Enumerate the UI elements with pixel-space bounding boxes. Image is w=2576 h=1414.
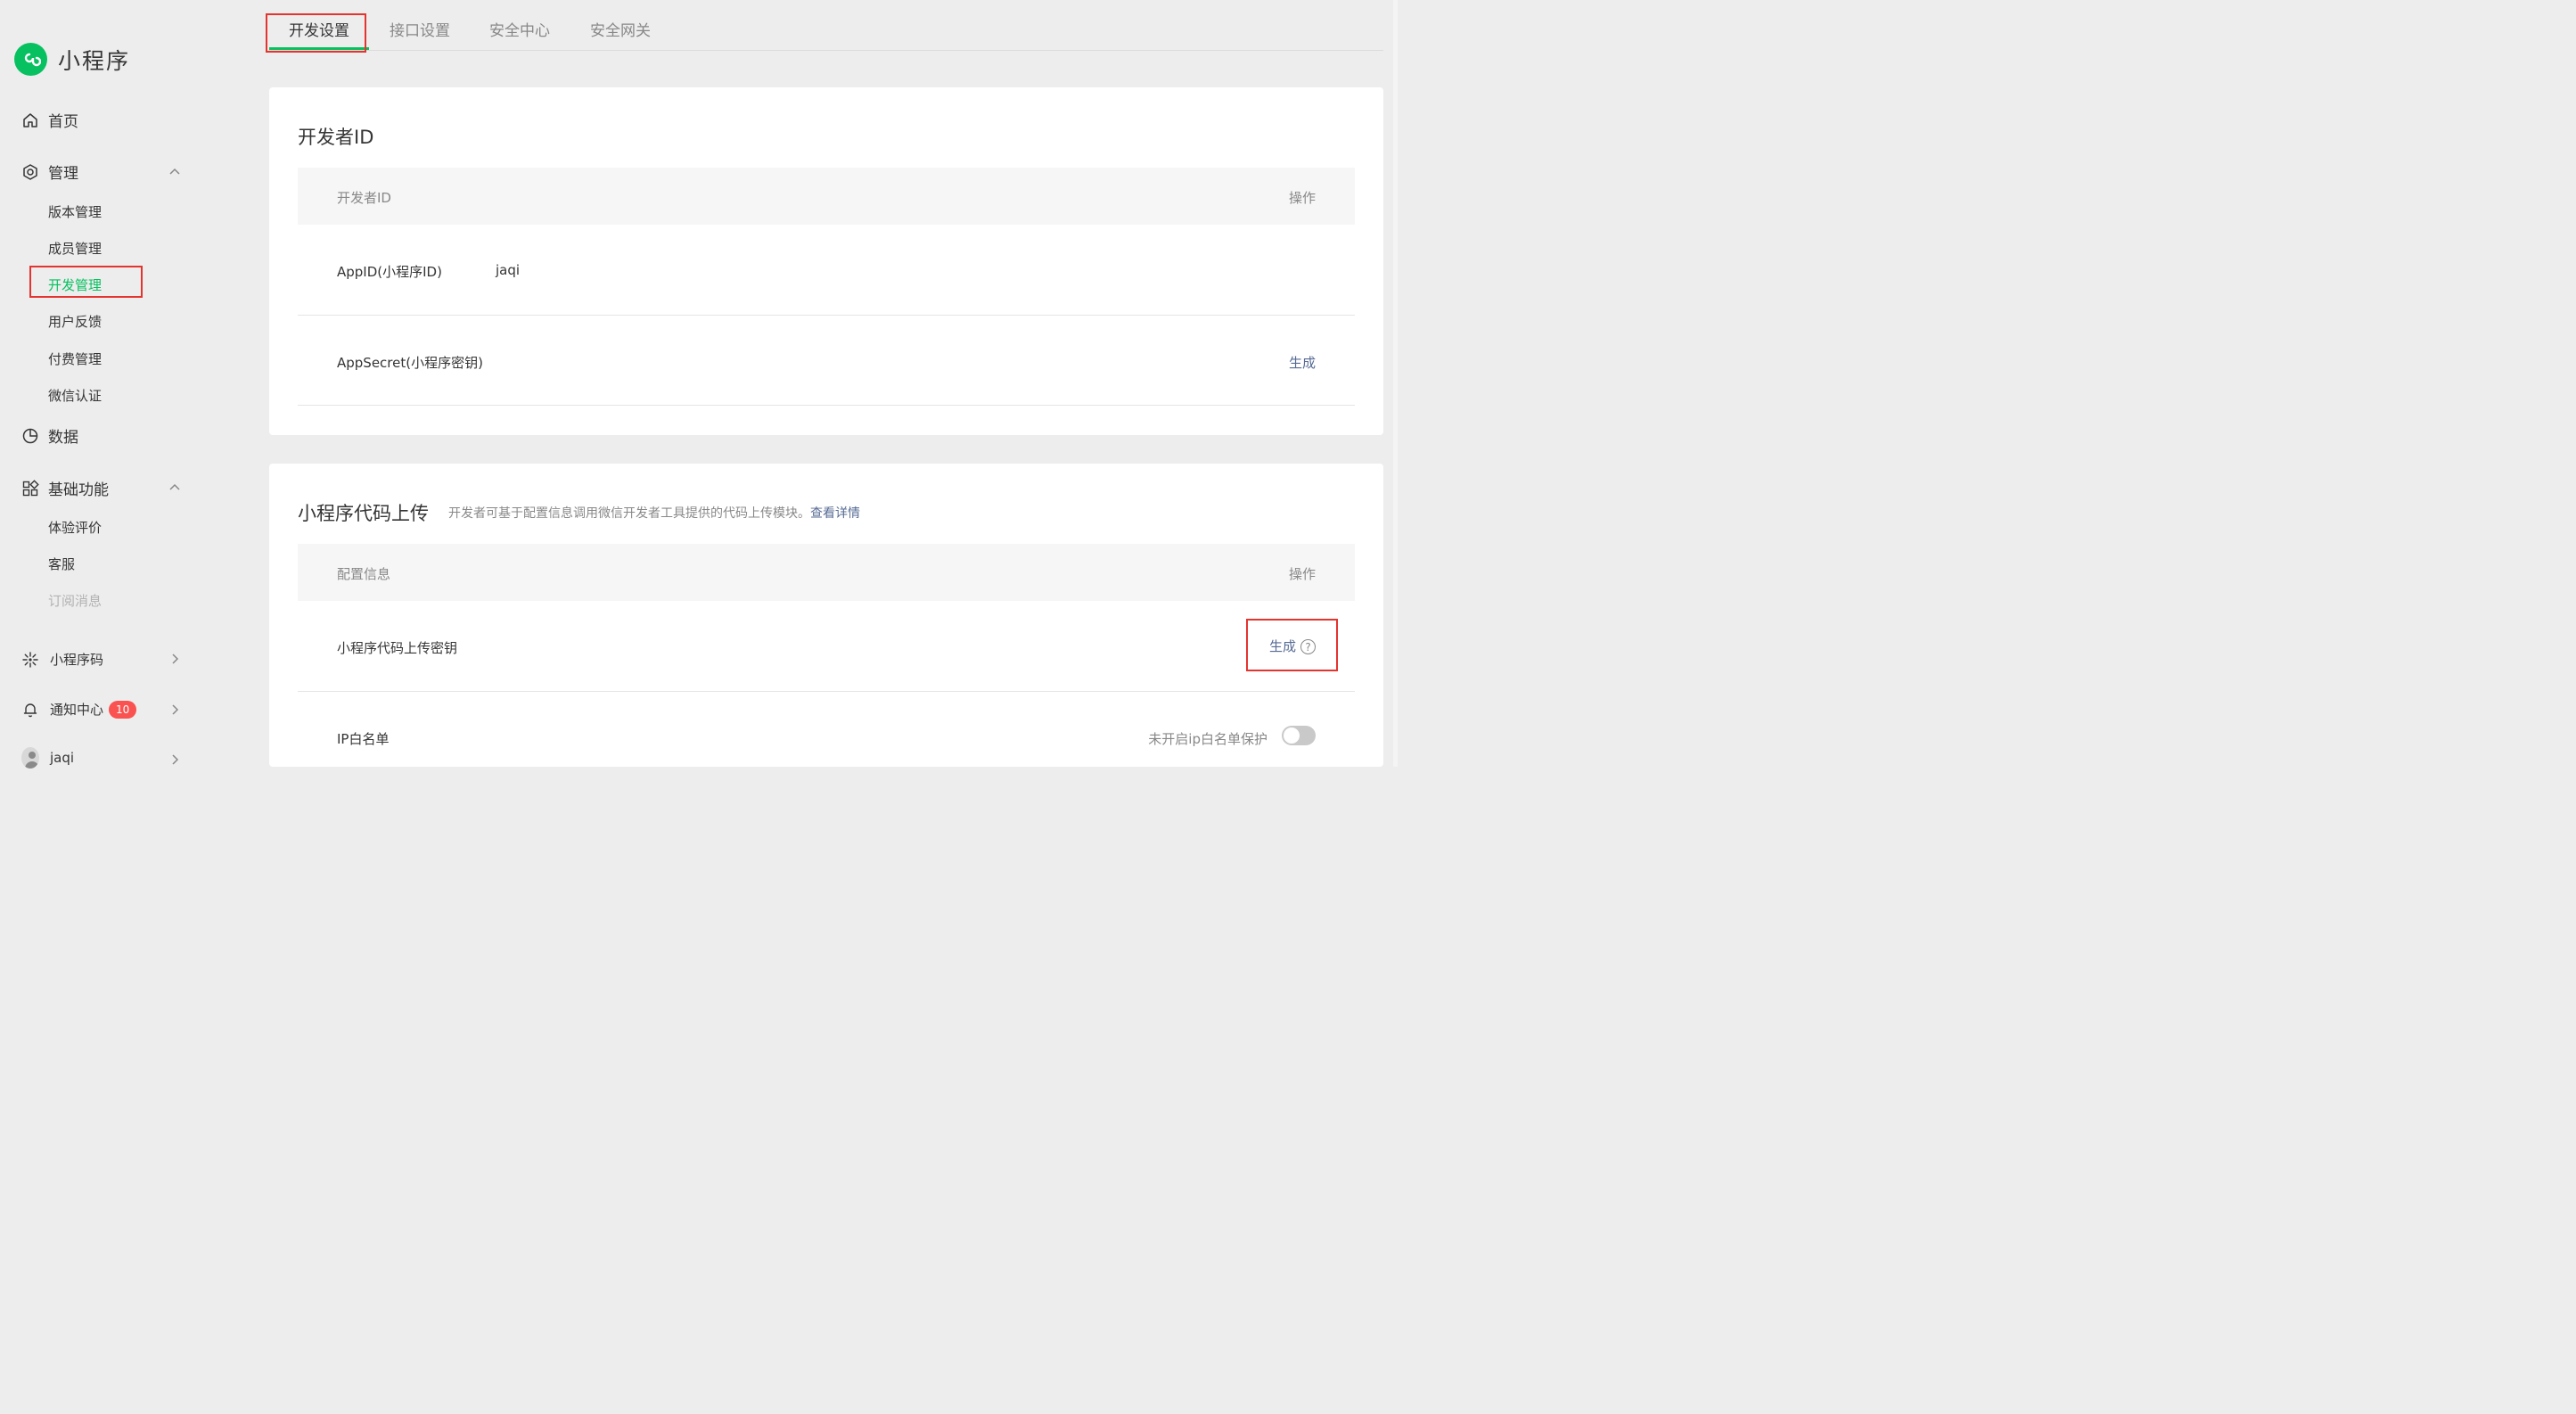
- tab-bar: 开发设置 接口设置 安全中心 安全网关: [269, 0, 1383, 51]
- table-header: 开发者ID 操作: [298, 168, 1355, 225]
- appid-value: jaqi: [496, 262, 521, 278]
- hexagon-settings-icon: [21, 163, 39, 181]
- chevron-right-icon[interactable]: [168, 752, 182, 767]
- chevron-up-icon[interactable]: [168, 480, 182, 494]
- scrollbar[interactable]: [1393, 0, 1398, 767]
- brand-name: 小程序: [58, 47, 131, 74]
- sidebar-subitem-version[interactable]: 版本管理: [48, 202, 102, 221]
- sidebar-item-label: 通知中心: [50, 702, 104, 718]
- table-row: AppSecret(小程序密钥) 生成: [298, 316, 1355, 406]
- sidebar-item-label: 首页: [48, 113, 78, 131]
- sidebar-item-label: 小程序码: [50, 652, 104, 668]
- upload-key-label: 小程序代码上传密钥: [337, 640, 458, 656]
- panel-title: 小程序代码上传: [298, 503, 429, 524]
- appid-label: AppID(小程序ID): [337, 264, 442, 280]
- grid-apps-icon: [21, 479, 39, 497]
- sidebar-subitem-payment[interactable]: 付费管理: [48, 349, 102, 368]
- sidebar-item-home[interactable]: 首页: [21, 109, 78, 131]
- ip-whitelist-status: 未开启ip白名单保护: [1148, 731, 1267, 747]
- sidebar-item-manage[interactable]: 管理: [21, 160, 78, 183]
- tab-security-gateway[interactable]: 安全网关: [590, 18, 651, 40]
- sidebar-item-label: 数据: [48, 429, 78, 447]
- table-row: AppID(小程序ID) jaqi: [298, 225, 1355, 316]
- table-row: IP白名单 未开启ip白名单保护: [298, 692, 1355, 781]
- sidebar-item-mini-code[interactable]: 小程序码: [21, 650, 103, 669]
- notification-count-badge: 10: [109, 700, 137, 719]
- sidebar-item-basic[interactable]: 基础功能: [21, 477, 109, 499]
- sidebar-subitem-service[interactable]: 客服: [48, 555, 75, 573]
- sidebar-subitem-subscribe[interactable]: 订阅消息: [48, 591, 102, 610]
- column-header: 开发者ID: [337, 190, 391, 206]
- panel-title: 开发者ID: [298, 127, 374, 148]
- chevron-right-icon[interactable]: [168, 652, 182, 666]
- sidebar-item-label: 基础功能: [48, 481, 109, 499]
- highlight-box: [266, 13, 366, 53]
- sidebar-subitem-experience[interactable]: 体验评价: [48, 518, 102, 537]
- panel-description: 开发者可基于配置信息调用微信开发者工具提供的代码上传模块。查看详情: [448, 504, 860, 522]
- chevron-up-icon[interactable]: [168, 164, 182, 178]
- user-avatar-icon: [21, 747, 39, 769]
- panel-title-row: 小程序代码上传 开发者可基于配置信息调用微信开发者工具提供的代码上传模块。查看详…: [298, 499, 860, 526]
- pie-chart-icon: [21, 427, 39, 445]
- highlight-box: [29, 266, 143, 298]
- highlight-box: [1246, 619, 1338, 671]
- code-upload-panel: 小程序代码上传 开发者可基于配置信息调用微信开发者工具提供的代码上传模块。查看详…: [269, 464, 1383, 767]
- column-header: 操作: [1288, 190, 1316, 206]
- sidebar-item-label: jaqi: [50, 750, 75, 766]
- developer-id-panel: 开发者ID 开发者ID 操作 AppID(小程序ID) jaqi AppSecr…: [269, 87, 1383, 435]
- home-icon: [21, 111, 39, 129]
- tab-security-center[interactable]: 安全中心: [489, 18, 550, 40]
- mini-program-logo-icon: [14, 43, 47, 76]
- appsecret-label: AppSecret(小程序密钥): [337, 355, 483, 371]
- sidebar-item-user[interactable]: jaqi: [21, 747, 75, 769]
- sidebar-subitem-wechat-auth[interactable]: 微信认证: [48, 386, 102, 405]
- mini-code-icon: [21, 651, 39, 669]
- table-row: 小程序代码上传密钥 生成?: [298, 601, 1355, 692]
- view-details-link[interactable]: 查看详情: [810, 506, 860, 521]
- sidebar-item-notify[interactable]: 通知中心 10: [21, 700, 137, 719]
- ip-whitelist-toggle[interactable]: [1282, 726, 1316, 745]
- chevron-right-icon[interactable]: [168, 703, 182, 717]
- generate-appsecret-link[interactable]: 生成: [1289, 353, 1316, 372]
- column-header: 配置信息: [337, 566, 391, 582]
- tab-interface-settings[interactable]: 接口设置: [390, 18, 450, 40]
- sidebar-subitem-feedback[interactable]: 用户反馈: [48, 312, 102, 331]
- table-header: 配置信息 操作: [298, 544, 1355, 601]
- description-text: 开发者可基于配置信息调用微信开发者工具提供的代码上传模块。: [448, 506, 810, 521]
- column-header: 操作: [1288, 566, 1316, 582]
- ip-whitelist-label: IP白名单: [337, 731, 390, 747]
- sidebar-item-label: 管理: [48, 165, 78, 183]
- sidebar-item-data[interactable]: 数据: [21, 424, 78, 447]
- avatar: [21, 747, 39, 769]
- brand[interactable]: 小程序: [14, 43, 130, 76]
- sidebar: 小程序 首页 管理 版本管理 成员管理 开发管理 用户反馈 付费管理 微信认证 …: [0, 0, 205, 769]
- sidebar-subitem-members[interactable]: 成员管理: [48, 239, 102, 258]
- bell-icon: [21, 701, 39, 719]
